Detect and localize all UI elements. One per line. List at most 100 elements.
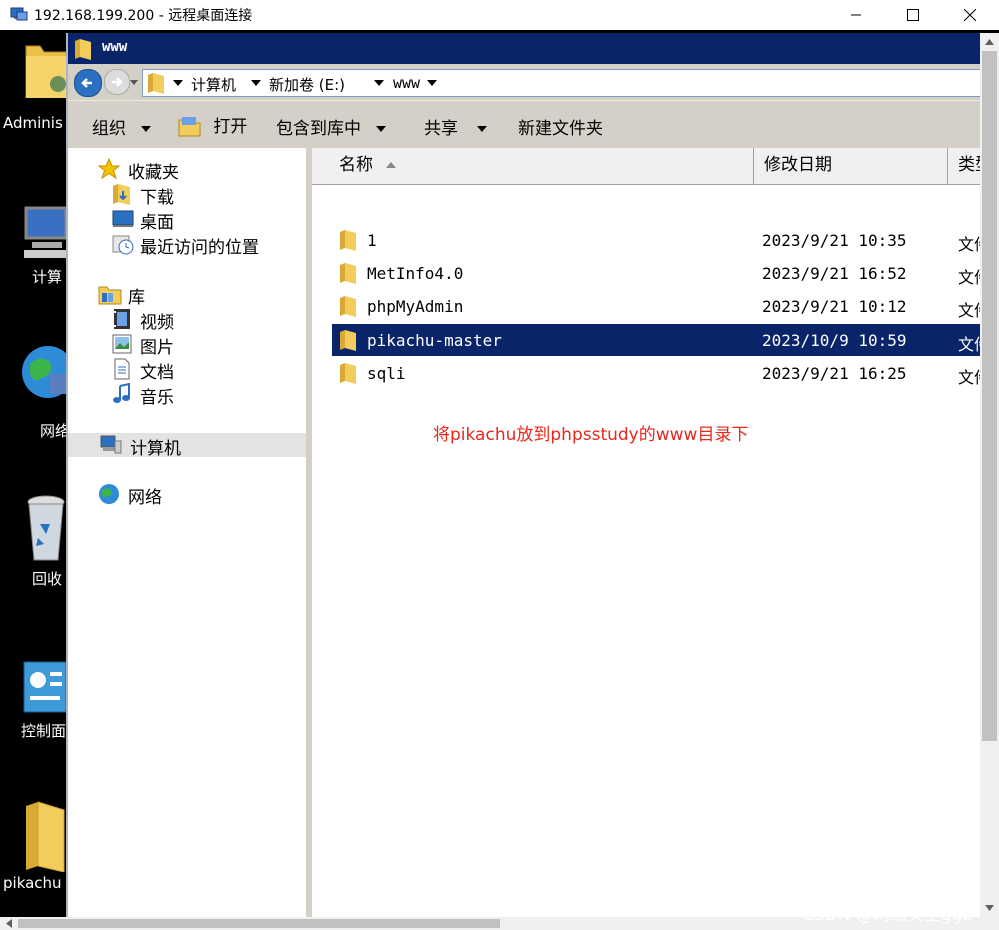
chevron-down-icon xyxy=(376,126,387,132)
chevron-down-icon[interactable] xyxy=(173,80,183,86)
desktop-icon-label: 控制面 xyxy=(21,722,67,740)
open-folder-icon xyxy=(178,117,201,137)
breadcrumb-www[interactable]: www xyxy=(393,74,420,92)
nav-label: 视频 xyxy=(140,313,174,333)
file-row[interactable]: phpMyAdmin 2023/9/21 10:12 文件 xyxy=(332,290,990,322)
desktop-icon-recycle-bin[interactable]: 回收 xyxy=(0,492,66,592)
nav-label: 桌面 xyxy=(140,213,174,233)
organize-button[interactable]: 组织 xyxy=(92,114,152,139)
vertical-scroll-thumb[interactable] xyxy=(982,51,997,741)
column-name-label: 名称 xyxy=(339,155,373,175)
rdp-title-bar: 192.168.199.200 - 远程桌面连接 xyxy=(0,0,999,30)
explorer-window: www 计算机 新加卷 (E:) www 组织 打开 包含到库中 共享 新建文件… xyxy=(66,33,992,917)
desktop-icon-network[interactable]: 网络 xyxy=(0,340,70,440)
file-name: 1 xyxy=(367,231,377,250)
breadcrumb-drive[interactable]: 新加卷 (E:) xyxy=(269,74,345,95)
nav-computer[interactable]: 计算机 xyxy=(68,433,306,459)
rdp-window-title: 192.168.199.200 - 远程桌面连接 xyxy=(34,8,253,24)
include-in-library-button[interactable]: 包含到库中 xyxy=(276,114,387,139)
column-header-name[interactable]: 名称 xyxy=(327,148,754,184)
scroll-down-icon[interactable] xyxy=(985,905,994,911)
documents-icon xyxy=(114,358,130,380)
share-label: 共享 xyxy=(424,119,458,139)
desktop-icon-label: 计算 xyxy=(32,268,63,286)
explorer-title-bar: www xyxy=(68,33,980,64)
nav-label: 计算机 xyxy=(130,439,181,459)
chevron-down-icon[interactable] xyxy=(374,80,384,86)
close-button[interactable] xyxy=(940,0,999,30)
vertical-scrollbar[interactable] xyxy=(980,33,999,917)
video-icon xyxy=(114,309,130,329)
arrow-left-icon xyxy=(81,78,92,88)
file-modified: 2023/9/21 16:25 xyxy=(762,364,907,383)
column-header: 名称 修改日期 类型 xyxy=(312,148,992,185)
scroll-up-icon[interactable] xyxy=(985,39,994,45)
file-modified: 2023/9/21 10:12 xyxy=(762,297,907,316)
user-folder-icon xyxy=(25,45,66,98)
forward-button[interactable] xyxy=(104,69,130,95)
arrow-right-icon xyxy=(112,77,123,87)
minimize-button[interactable] xyxy=(826,0,886,30)
file-modified: 2023/10/9 10:59 xyxy=(762,331,907,350)
file-name: MetInfo4.0 xyxy=(367,264,464,283)
control-panel-icon xyxy=(23,661,66,713)
desktop: Adminis 计算 网络 回收 控制面 pikachu xyxy=(0,30,70,917)
network-globe-icon xyxy=(22,346,66,398)
column-header-modified[interactable]: 修改日期 xyxy=(754,148,948,184)
folder-icon xyxy=(340,363,356,384)
downloads-folder-icon xyxy=(113,184,130,205)
recycle-bin-icon xyxy=(27,495,65,561)
include-in-library-label: 包含到库中 xyxy=(276,119,361,139)
annotation-text: 将pikachu放到phpsstudy的www目录下 xyxy=(433,425,749,445)
address-bar[interactable]: 计算机 新加卷 (E:) www xyxy=(142,69,982,97)
share-button[interactable]: 共享 xyxy=(424,114,488,139)
recent-places-icon xyxy=(112,235,134,255)
computer-icon xyxy=(100,435,122,454)
new-folder-button[interactable]: 新建文件夹 xyxy=(518,114,603,139)
desktop-icon-pikachu[interactable]: pikachu xyxy=(0,796,66,896)
computer-icon xyxy=(24,206,66,258)
chevron-down-icon xyxy=(141,126,152,132)
file-name: pikachu-master xyxy=(367,331,502,350)
folder-icon xyxy=(340,263,356,284)
chevron-down-icon[interactable] xyxy=(427,80,437,86)
file-row-selected[interactable]: pikachu-master 2023/10/9 10:59 文件 xyxy=(332,324,990,356)
explorer-window-title: www xyxy=(102,39,128,55)
file-name: sqli xyxy=(367,364,406,383)
nav-label: 库 xyxy=(128,288,145,308)
file-list-pane: 名称 修改日期 类型 1 2023/9/21 10:35 文件 MetInfo4… xyxy=(312,148,992,917)
close-icon xyxy=(964,9,976,21)
file-row[interactable]: 1 2023/9/21 10:35 文件 xyxy=(332,224,990,256)
navigation-pane: 收藏夹 下载 桌面 最近访问的位置 库 视频 图片 文档 音乐 计算机 网络 xyxy=(68,148,312,917)
maximize-button[interactable] xyxy=(883,0,943,30)
file-row[interactable]: MetInfo4.0 2023/9/21 16:52 文件 xyxy=(332,257,990,289)
scroll-left-icon[interactable] xyxy=(6,919,12,928)
horizontal-scroll-thumb[interactable] xyxy=(18,919,500,928)
pictures-icon xyxy=(112,334,132,354)
folder-icon xyxy=(75,39,91,60)
nav-label: 收藏夹 xyxy=(128,163,179,183)
maximize-icon xyxy=(907,9,919,21)
watermark: CSDN @网络安全ggb xyxy=(802,905,974,925)
nav-label: 音乐 xyxy=(140,388,174,408)
organize-label: 组织 xyxy=(92,119,126,139)
folder-icon xyxy=(26,801,65,872)
nav-label: 文档 xyxy=(140,363,174,383)
chevron-down-icon xyxy=(477,126,488,132)
recent-pages-dropdown[interactable] xyxy=(130,80,138,86)
nav-label: 图片 xyxy=(140,338,174,358)
chevron-down-icon[interactable] xyxy=(251,80,261,86)
breadcrumb-computer[interactable]: 计算机 xyxy=(191,74,236,95)
minimize-icon xyxy=(851,14,861,16)
folder-icon xyxy=(148,73,164,94)
desktop-icon-computer[interactable]: 计算 xyxy=(0,200,66,290)
open-button[interactable]: 打开 xyxy=(178,112,247,138)
back-button[interactable] xyxy=(74,69,102,97)
desktop-icon-label: Adminis xyxy=(3,114,63,132)
desktop-icon-control-panel[interactable]: 控制面 xyxy=(0,658,66,748)
file-row[interactable]: sqli 2023/9/21 16:25 文件 xyxy=(332,357,990,389)
remote-desktop-icon xyxy=(10,7,28,21)
address-bar-row: 计算机 新加卷 (E:) www xyxy=(68,64,982,100)
desktop-icon-administrator[interactable]: Adminis xyxy=(0,30,66,140)
command-bar: 组织 打开 包含到库中 共享 新建文件夹 xyxy=(68,100,980,149)
